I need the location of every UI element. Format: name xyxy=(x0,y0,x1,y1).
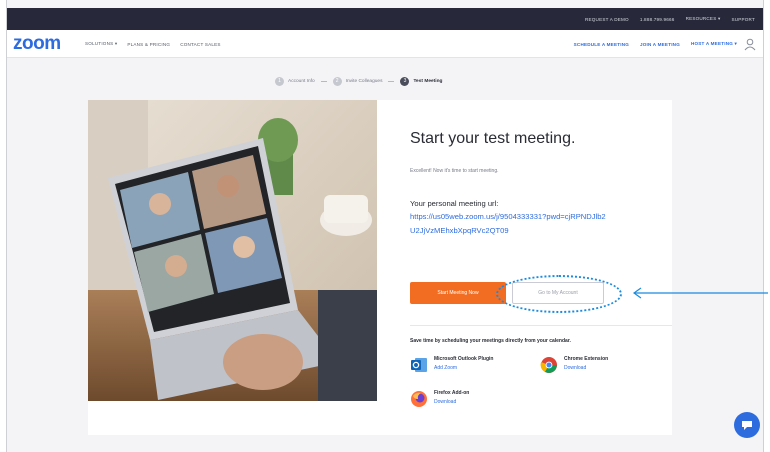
join-meeting-link[interactable]: JOIN A MEETING xyxy=(640,42,680,47)
step-1-label: Account Info xyxy=(288,78,315,84)
resources-link[interactable]: RESOURCES ▾ xyxy=(686,16,721,22)
schedule-meeting-link[interactable]: SCHEDULE A MEETING xyxy=(574,42,629,47)
request-demo-link[interactable]: REQUEST A DEMO xyxy=(585,17,629,22)
meeting-url-link-cont[interactable]: U2JjVzMEhxbXpqRVc2QT09 xyxy=(410,226,509,235)
chevron-down-icon: ▾ xyxy=(734,41,737,46)
contact-sales-link[interactable]: CONTACT SALES xyxy=(180,42,220,47)
page-title: Start your test meeting. xyxy=(410,130,576,147)
firefox-icon xyxy=(411,391,427,407)
solutions-menu[interactable]: SOLUTIONS ▾ xyxy=(85,41,117,47)
firefox-addon-name: Firefox Add-on xyxy=(434,390,470,396)
step-1-number: 1 xyxy=(275,76,284,86)
firefox-download-link[interactable]: Download xyxy=(434,399,469,405)
outlook-plugin-name: Microsoft Outlook Plugin xyxy=(434,356,494,362)
step-3-label: Test Meeting xyxy=(413,78,443,84)
utility-bar: REQUEST A DEMO 1.888.799.9666 RESOURCES … xyxy=(7,8,763,30)
step-2-number: 2 xyxy=(332,76,342,86)
chevron-down-icon: ▾ xyxy=(717,16,721,21)
step-divider xyxy=(388,80,395,82)
meeting-url-link[interactable]: https://us05web.zoom.us/j/9504333331?pwd… xyxy=(410,212,606,221)
annotation-arrow-icon xyxy=(632,287,768,299)
chrome-download-link[interactable]: Download xyxy=(564,365,608,371)
host-meeting-menu[interactable]: HOST A MEETING ▾ xyxy=(691,41,737,47)
zoom-logo[interactable]: zoom xyxy=(13,34,61,54)
plans-pricing-link[interactable]: PLANS & PRICING xyxy=(127,42,170,47)
calendar-tip: Save time by scheduling your meetings di… xyxy=(410,338,571,344)
firefox-addon-item: Firefox Add-on Download xyxy=(410,390,469,408)
chrome-extension-item: Chrome Extension Download xyxy=(540,356,608,374)
chevron-down-icon: ▾ xyxy=(114,41,118,46)
chrome-extension-name: Chrome Extension xyxy=(564,356,609,362)
main-nav: zoom SOLUTIONS ▾ PLANS & PRICING CONTACT… xyxy=(7,30,763,58)
step-2-label: Invite Colleagues xyxy=(345,78,383,84)
start-meeting-button[interactable]: Start Meeting Now xyxy=(410,282,506,304)
annotation-highlight-ellipse xyxy=(496,275,622,313)
test-meeting-card: Start your test meeting. Excellent! Now … xyxy=(88,100,672,435)
page-subtitle: Excellent! Now it's time to start meetin… xyxy=(410,168,499,174)
video-call-laptop-photo xyxy=(88,100,377,401)
chat-help-button[interactable] xyxy=(734,412,760,438)
user-avatar-icon[interactable] xyxy=(743,37,757,51)
outlook-icon xyxy=(411,358,427,372)
chat-bubble-icon xyxy=(742,421,752,430)
outlook-add-link[interactable]: Add Zoom xyxy=(434,365,493,371)
section-divider xyxy=(410,325,672,326)
phone-number-link[interactable]: 1.888.799.9666 xyxy=(640,17,675,22)
step-3-number: 3 xyxy=(400,76,410,86)
signup-stepper: 1 Account Info 2 Invite Colleagues 3 Tes… xyxy=(275,75,442,87)
chrome-icon xyxy=(540,357,557,373)
meeting-url-label: Your personal meeting url: xyxy=(410,199,499,208)
outlook-plugin-item: Microsoft Outlook Plugin Add Zoom xyxy=(410,356,493,374)
support-link[interactable]: SUPPORT xyxy=(731,17,755,22)
step-divider xyxy=(320,80,327,82)
